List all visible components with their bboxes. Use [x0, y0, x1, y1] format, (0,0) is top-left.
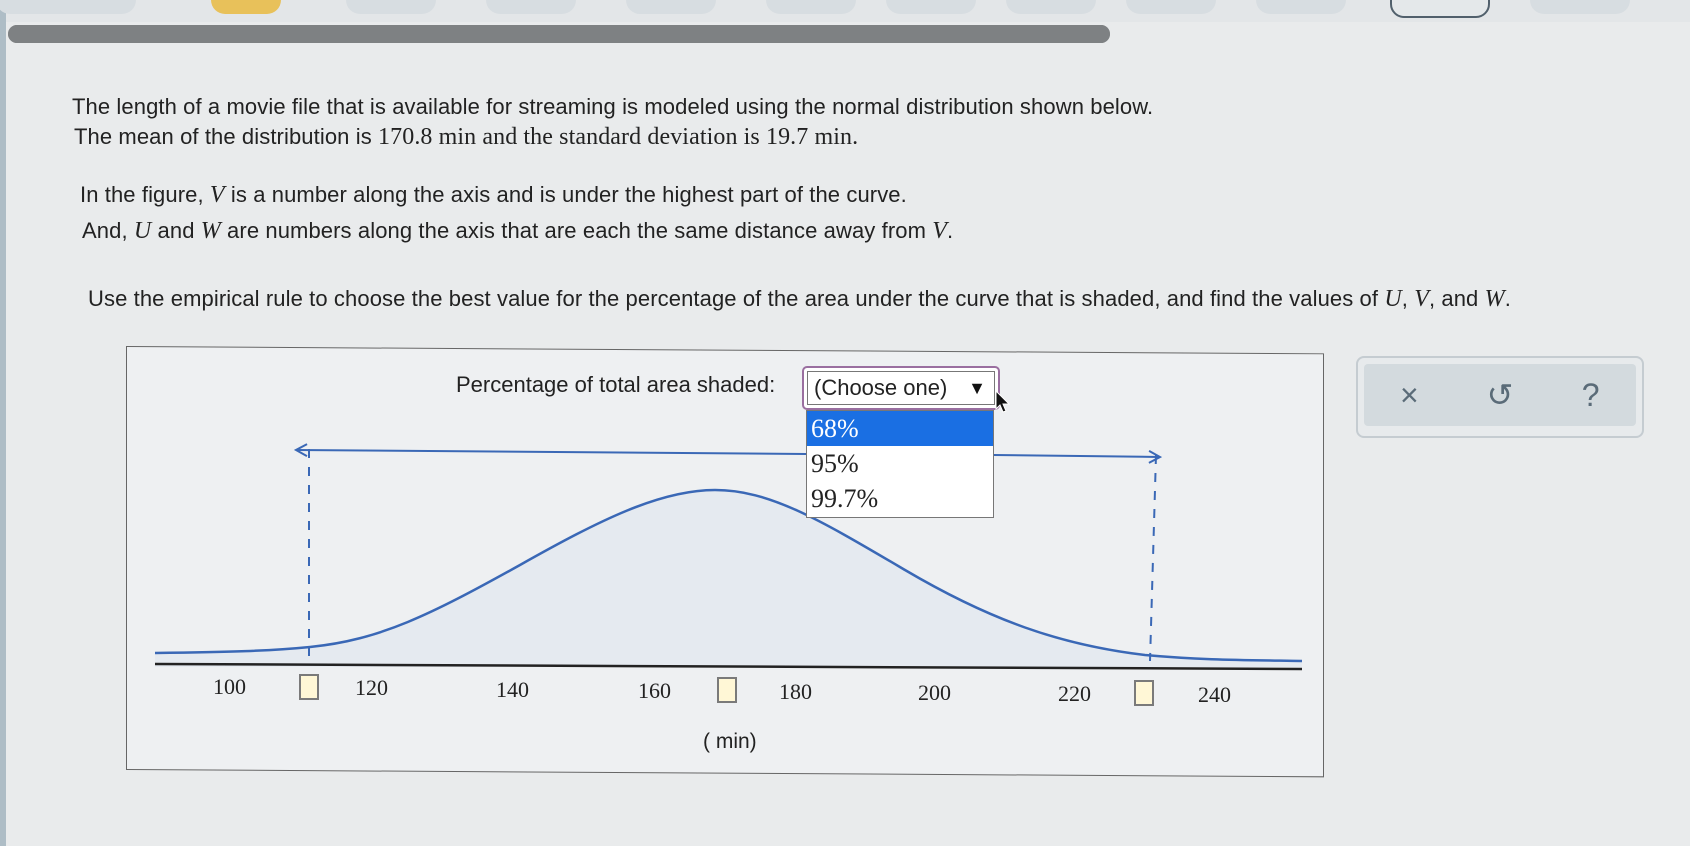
answer-tools-panel: × ↺ ?	[1356, 356, 1644, 438]
interval-arrow-right	[993, 455, 1160, 457]
help-question-icon[interactable]: ?	[1561, 377, 1621, 414]
tick-label: 240	[1198, 682, 1231, 707]
answer-box-w[interactable]	[1134, 680, 1154, 706]
answer-box-u[interactable]	[299, 674, 319, 700]
tick-label: 160	[638, 678, 671, 703]
option-95[interactable]: 95%	[807, 446, 993, 481]
tick-label: 180	[779, 679, 812, 704]
select-value: (Choose one)	[814, 375, 948, 400]
tick-label: 100	[213, 674, 246, 699]
percentage-select[interactable]: (Choose one) ▼	[802, 366, 1000, 410]
option-68[interactable]: 68%	[807, 411, 993, 446]
mouse-cursor-icon	[995, 390, 1011, 413]
option-99-7[interactable]: 99.7%	[807, 481, 993, 516]
percentage-label: Percentage of total area shaded:	[456, 372, 776, 397]
tools-inner: × ↺ ?	[1364, 364, 1636, 426]
answer-box-v[interactable]	[717, 677, 737, 703]
tick-label: 200	[918, 680, 951, 705]
clear-x-icon[interactable]: ×	[1379, 377, 1439, 414]
undo-icon[interactable]: ↺	[1470, 376, 1530, 414]
tick-label: 120	[355, 675, 388, 700]
axis-unit-label: ( min)	[703, 730, 757, 753]
tick-label: 140	[496, 677, 529, 702]
tick-label: 220	[1058, 681, 1091, 706]
select-box[interactable]: (Choose one) ▼	[807, 371, 995, 405]
percentage-dropdown: 68% 95% 99.7%	[806, 410, 994, 518]
interval-arrow-left	[296, 450, 807, 454]
right-bound-line[interactable]	[1149, 454, 1157, 662]
dropdown-triangle-icon: ▼	[968, 377, 986, 398]
shaded-area	[155, 490, 1302, 667]
